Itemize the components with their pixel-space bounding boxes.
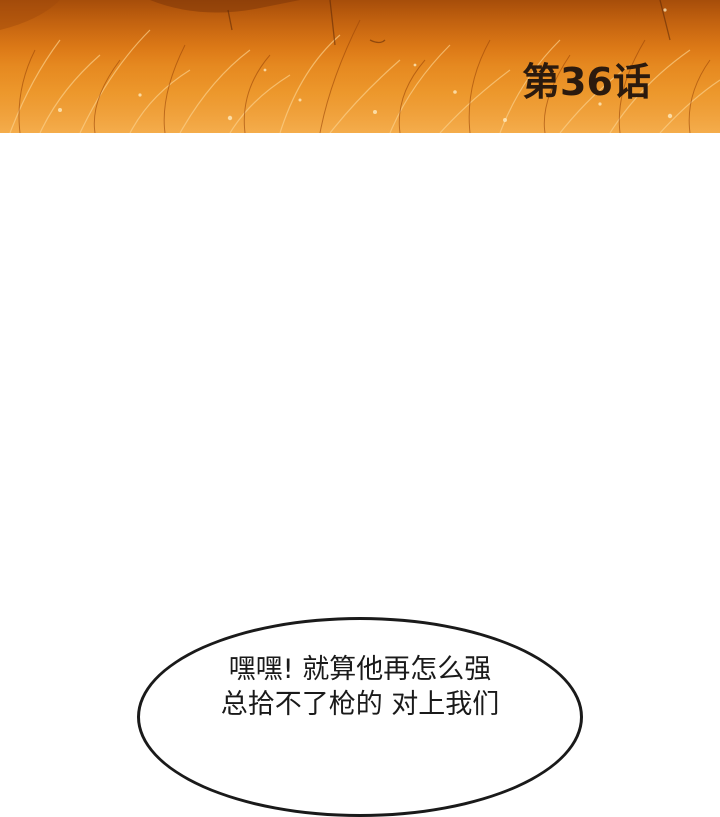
episode-title: 第36话: [522, 60, 651, 104]
blank-panel-area: [0, 133, 720, 613]
speech-bubble-line: 总拾不了枪的 对上我们: [220, 689, 500, 720]
header-banner-image: 第36话: [0, 0, 720, 133]
speech-bubble-line: 嘿嘿! 就算他再怎么强: [228, 654, 492, 685]
